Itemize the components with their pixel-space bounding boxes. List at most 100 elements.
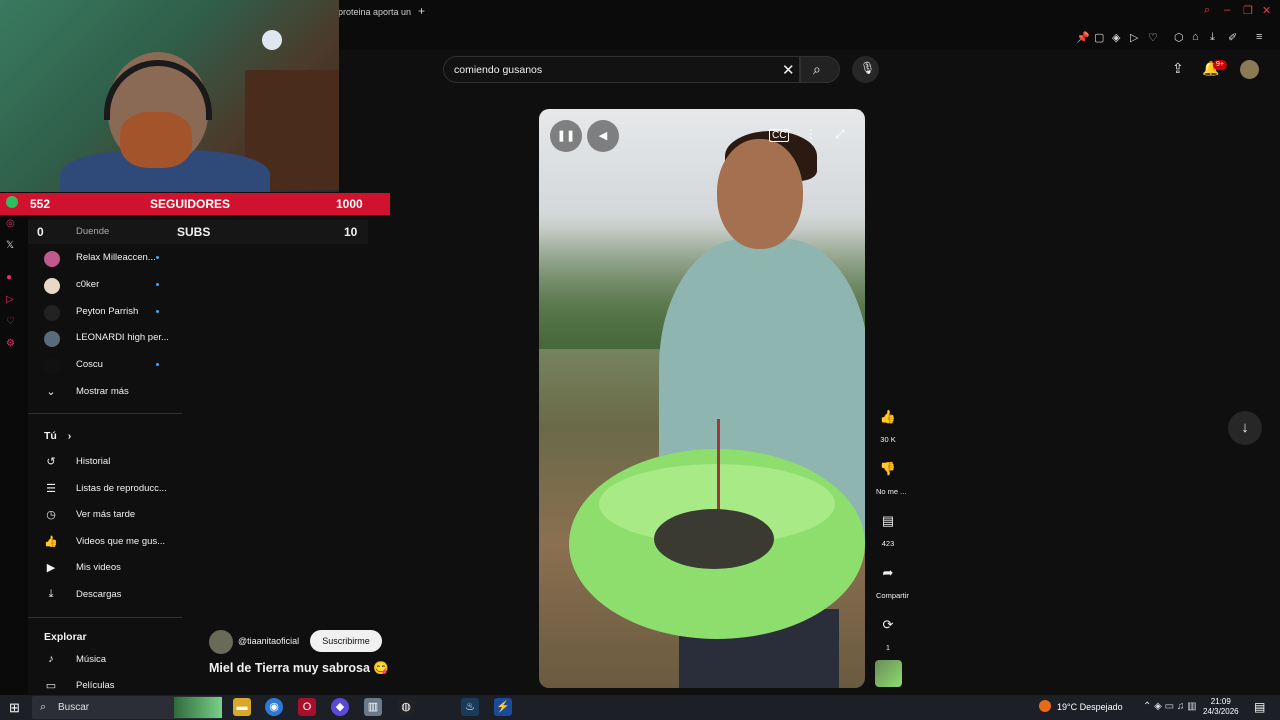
- subscribe-button[interactable]: Suscribirme: [310, 630, 382, 652]
- pause-button[interactable]: ❚❚: [550, 120, 582, 152]
- obs-icon[interactable]: ◍: [397, 698, 415, 716]
- download-toolbar-icon[interactable]: ⤓: [1210, 31, 1215, 44]
- extensions-icon[interactable]: ⬡: [1174, 31, 1184, 44]
- youtube-sidebar: Duende Relax Milleaccen... c0ker Peyton …: [28, 220, 182, 700]
- new-tab-button[interactable]: +: [418, 4, 425, 18]
- next-short-button[interactable]: ↓: [1228, 411, 1262, 445]
- sidebar-item-liked-videos[interactable]: 👍 Videos que me gus...: [28, 530, 182, 554]
- notification-center-icon[interactable]: ▤: [1254, 700, 1265, 714]
- captions-icon[interactable]: CC: [769, 129, 790, 142]
- share-button[interactable]: ➦ Compartir: [876, 561, 909, 600]
- sidebar-item-label: Música: [76, 654, 107, 665]
- sidebar-item-music[interactable]: ♪ Música: [28, 648, 182, 672]
- clock[interactable]: 21:09 24/3/2026: [1203, 697, 1239, 717]
- subscription-item[interactable]: Coscu: [28, 353, 182, 377]
- subscription-item[interactable]: c0ker: [28, 273, 182, 297]
- wallet-icon[interactable]: ⌂: [1192, 31, 1199, 43]
- remix-icon: ⟳: [882, 617, 894, 632]
- subs-current: 0: [37, 225, 44, 239]
- thumbs-down-icon: 👎: [879, 461, 897, 476]
- browser-tab-title[interactable]: proteina aporta un: [338, 7, 411, 17]
- weather-text[interactable]: 19°C Despejado: [1057, 702, 1123, 712]
- screenshot-icon[interactable]: ▢: [1094, 31, 1104, 44]
- follower-goal-icon: [6, 196, 18, 208]
- show-more-label: Mostrar más: [76, 386, 129, 397]
- voice-search-button[interactable]: 🎙: [852, 56, 879, 83]
- my-videos-icon: ▶: [46, 562, 56, 574]
- sidebar-item-history[interactable]: ↺ Historial: [28, 450, 182, 474]
- share-label: Compartir: [876, 591, 909, 600]
- tray-icons[interactable]: ⌃ ◈ ▭ ♫ ▥: [1143, 701, 1197, 712]
- account-avatar[interactable]: [1240, 60, 1259, 79]
- messenger-icon[interactable]: ●: [6, 272, 12, 283]
- channel-name[interactable]: @tiaanitaoficial: [238, 636, 299, 646]
- followers-current: 552: [30, 197, 51, 211]
- clear-search-icon[interactable]: ✕: [782, 61, 795, 79]
- subscription-item[interactable]: Peyton Parrish: [28, 300, 182, 324]
- chrome-icon[interactable]: ◉: [265, 698, 283, 716]
- ai-icon[interactable]: ✐: [1228, 31, 1237, 44]
- file-explorer-icon[interactable]: ▬: [233, 698, 251, 716]
- minimize-icon[interactable]: –: [1224, 4, 1230, 16]
- history-icon: ↺: [46, 456, 56, 468]
- video-person-face: [717, 139, 803, 249]
- comments-button[interactable]: ▤ 423: [876, 509, 900, 548]
- player-icon[interactable]: ▷: [6, 294, 14, 305]
- show-more-button[interactable]: ⌄ Mostrar más: [28, 380, 182, 404]
- x-icon[interactable]: 𝕏: [6, 240, 14, 251]
- download-icon: ⤓: [48, 588, 54, 600]
- game-launcher-icon[interactable]: ⚡: [494, 698, 512, 716]
- heart-icon[interactable]: ♡: [1148, 31, 1158, 44]
- volume-button[interactable]: ◀: [587, 120, 619, 152]
- subs-label: SUBS: [177, 225, 211, 239]
- audio-source-thumbnail[interactable]: [875, 660, 902, 687]
- sidebar-item-label: Descargas: [76, 589, 122, 600]
- subscription-item[interactable]: LEONARDI high per...: [28, 326, 182, 350]
- chevron-down-icon: ⌄: [46, 386, 56, 398]
- search-bar[interactable]: comiendo gusanos ✕: [443, 56, 800, 83]
- upload-icon[interactable]: ⇪: [1172, 60, 1184, 77]
- taskbar-search[interactable]: ⌕ Buscar: [32, 696, 222, 719]
- fullscreen-icon[interactable]: ⤢: [835, 127, 845, 142]
- sidebar-item-my-videos[interactable]: ▶ Mis videos: [28, 556, 182, 580]
- messenger-app-icon[interactable]: ◆: [331, 698, 349, 716]
- sidebar-item-watch-later[interactable]: ◷ Ver más tarde: [28, 503, 182, 527]
- dislike-button[interactable]: 👎 No me ...: [876, 457, 906, 496]
- windows-start-icon[interactable]: ⊞: [9, 700, 20, 716]
- settings-icon[interactable]: ⚙: [6, 338, 15, 349]
- channel-avatar: [44, 305, 60, 321]
- sidebar-item-label: Mis videos: [76, 562, 121, 573]
- search-button[interactable]: ⌕: [800, 56, 840, 83]
- shield-icon[interactable]: ◈: [1112, 31, 1120, 44]
- search-input[interactable]: comiendo gusanos: [454, 64, 542, 76]
- steam-icon[interactable]: ♨: [461, 698, 479, 716]
- menu-icon[interactable]: ≡: [1256, 31, 1262, 43]
- more-options-icon[interactable]: ⋮: [805, 127, 817, 141]
- opera-icon[interactable]: O: [298, 698, 316, 716]
- sidebar-item-playlists[interactable]: ☰ Listas de reproducc...: [28, 477, 182, 501]
- maximize-icon[interactable]: ❐: [1243, 4, 1253, 17]
- search-highlight-image: [174, 697, 222, 718]
- subscription-item[interactable]: Relax Milleaccen...: [28, 246, 182, 270]
- followers-goal: 1000: [336, 197, 363, 211]
- playlists-icon: ☰: [46, 483, 56, 495]
- sidebar-item-downloads[interactable]: ⤓ Descargas: [28, 583, 182, 607]
- you-section-heading[interactable]: Tú ›: [44, 430, 71, 442]
- shorts-video-player[interactable]: ❚❚ ◀ CC ⋮ ⤢: [539, 109, 865, 688]
- app-icon[interactable]: ▥: [364, 698, 382, 716]
- search-icon: ⌕: [40, 701, 47, 713]
- instagram-icon[interactable]: ◎: [6, 218, 15, 229]
- chevron-right-icon: ›: [67, 430, 72, 442]
- video-worms-in-mud: [654, 509, 774, 569]
- search-tabs-icon[interactable]: ⌕: [1204, 4, 1210, 17]
- remix-button[interactable]: ⟳ 1: [876, 613, 900, 652]
- thumbs-up-icon: 👍: [44, 536, 58, 548]
- subscription-label-duende[interactable]: Duende: [76, 226, 109, 237]
- close-window-icon[interactable]: ✕: [1262, 4, 1271, 17]
- channel-avatar[interactable]: [209, 630, 233, 654]
- like-button[interactable]: 👍 30 K: [876, 405, 900, 444]
- play-icon[interactable]: ▷: [1130, 31, 1138, 44]
- favorites-icon[interactable]: ♡: [6, 316, 15, 327]
- pin-icon[interactable]: 📌: [1076, 31, 1090, 44]
- subscription-label: Coscu: [76, 359, 103, 370]
